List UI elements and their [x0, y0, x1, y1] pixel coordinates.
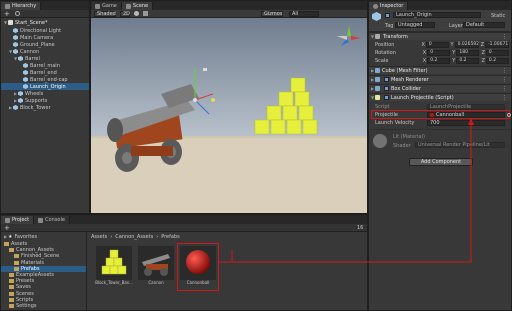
- callout-connector: [218, 118, 474, 263]
